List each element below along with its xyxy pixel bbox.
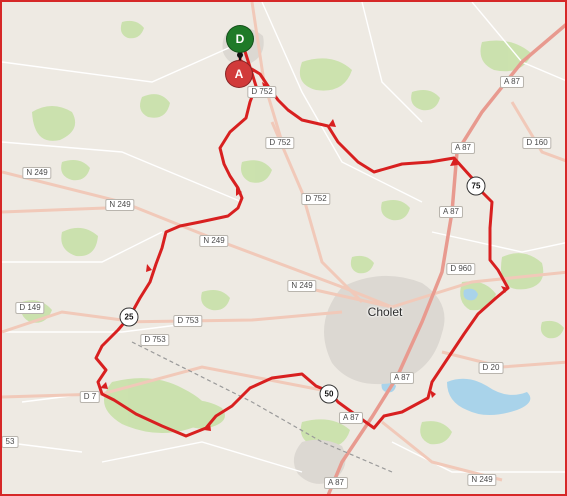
map-canvas[interactable] [2,2,567,496]
road-label-n249: N 249 [105,199,135,211]
road-label-d752: D 752 [301,193,331,205]
road-label-a87: A 87 [389,372,415,384]
road-label-a87: A 87 [438,206,464,218]
road-label-n249: N 249 [199,235,229,247]
start-marker[interactable]: D [226,25,254,53]
road-label-53: 53 [2,436,19,448]
road-label-d160: D 160 [522,137,552,149]
km-marker-75[interactable]: 75 [466,176,486,196]
road-label-d20: D 20 [478,362,504,374]
road-label-d753: D 753 [140,334,170,346]
route-map[interactable]: A 87 A 87 A 87 A 87 A 87 A 87 D 160 D 75… [0,0,567,496]
road-label-d753: D 753 [173,315,203,327]
road-label-a87: A 87 [499,76,525,88]
road-label-d149: D 149 [15,302,45,314]
city-label-cholet: Cholet [367,305,403,319]
km-marker-25[interactable]: 25 [119,307,139,327]
finish-marker[interactable]: A [225,60,253,88]
road-label-n249: N 249 [467,474,497,486]
road-label-d960: D 960 [446,263,476,275]
road-label-d7: D 7 [79,391,101,403]
road-label-a87: A 87 [323,477,349,489]
road-label-a87: A 87 [338,412,364,424]
road-label-d752: D 752 [247,86,277,98]
road-label-n249: N 249 [287,280,317,292]
road-label-d752: D 752 [265,137,295,149]
road-label-a87: A 87 [450,142,476,154]
km-marker-50[interactable]: 50 [319,384,339,404]
road-label-n249: N 249 [22,167,52,179]
